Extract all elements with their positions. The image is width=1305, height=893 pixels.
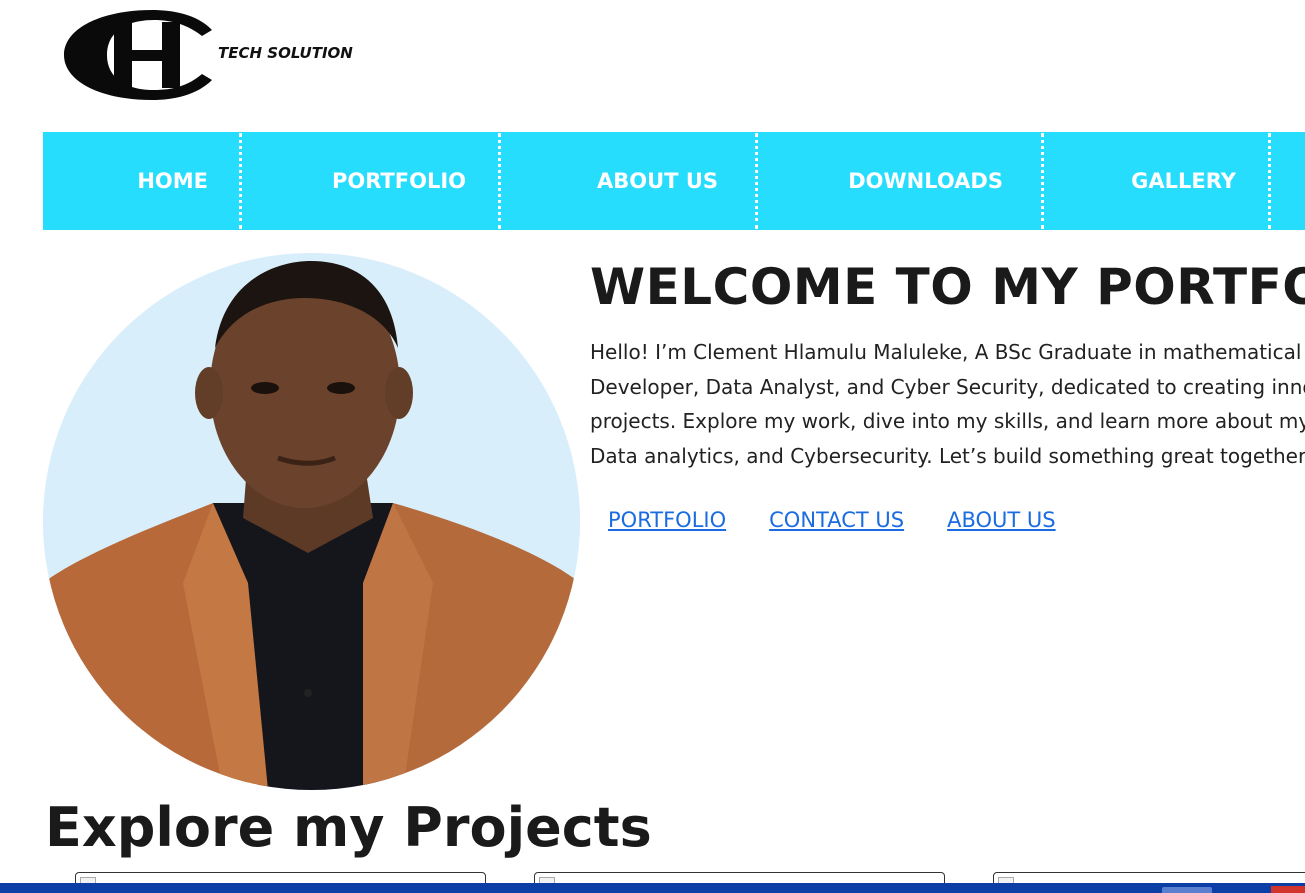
nav-gallery[interactable]: GALLERY [1044, 132, 1268, 230]
about-us-link[interactable]: ABOUT US [947, 508, 1056, 532]
intro-line: Developer, Data Analyst, and Cyber Secur… [590, 374, 1305, 399]
intro-line: projects. Explore my work, dive into my … [590, 409, 1305, 433]
logo-text: TECH SOLUTION [218, 44, 353, 62]
taskbar [0, 883, 1305, 893]
portrait-illustration [43, 253, 580, 790]
hero-links: PORTFOLIO CONTACT US ABOUT US [608, 508, 1056, 532]
portfolio-link[interactable]: PORTFOLIO [608, 508, 726, 532]
intro-line: Data analytics, and Cybersecurity. Let’s… [590, 443, 1305, 468]
logo-ch-mark [64, 10, 212, 100]
site-logo[interactable]: TECH SOLUTION [62, 8, 353, 102]
profile-photo [43, 253, 580, 790]
nav-about-us[interactable]: ABOUT US [501, 132, 755, 230]
nav-home[interactable]: HOME [43, 132, 239, 230]
taskbar-button[interactable] [1162, 887, 1212, 893]
welcome-title: WELCOME TO MY PORTFOL [590, 258, 1305, 316]
nav-downloads[interactable]: DOWNLOADS [758, 132, 1041, 230]
taskbar-app-icon[interactable] [1271, 886, 1305, 893]
intro-paragraph: Hello! I’m Clement Hlamulu Maluleke, A B… [590, 335, 1305, 473]
intro-line: Hello! I’m Clement Hlamulu Maluleke, A B… [590, 340, 1302, 364]
contact-us-link[interactable]: CONTACT US [769, 508, 904, 532]
nav-divider [1268, 133, 1271, 229]
main-navbar: HOME PORTFOLIO ABOUT US DOWNLOADS GALLER… [43, 132, 1305, 230]
projects-heading: Explore my Projects [45, 796, 652, 859]
nav-portfolio[interactable]: PORTFOLIO [242, 132, 498, 230]
page: TECH SOLUTION HOME PORTFOLIO ABOUT US DO… [0, 0, 1305, 893]
